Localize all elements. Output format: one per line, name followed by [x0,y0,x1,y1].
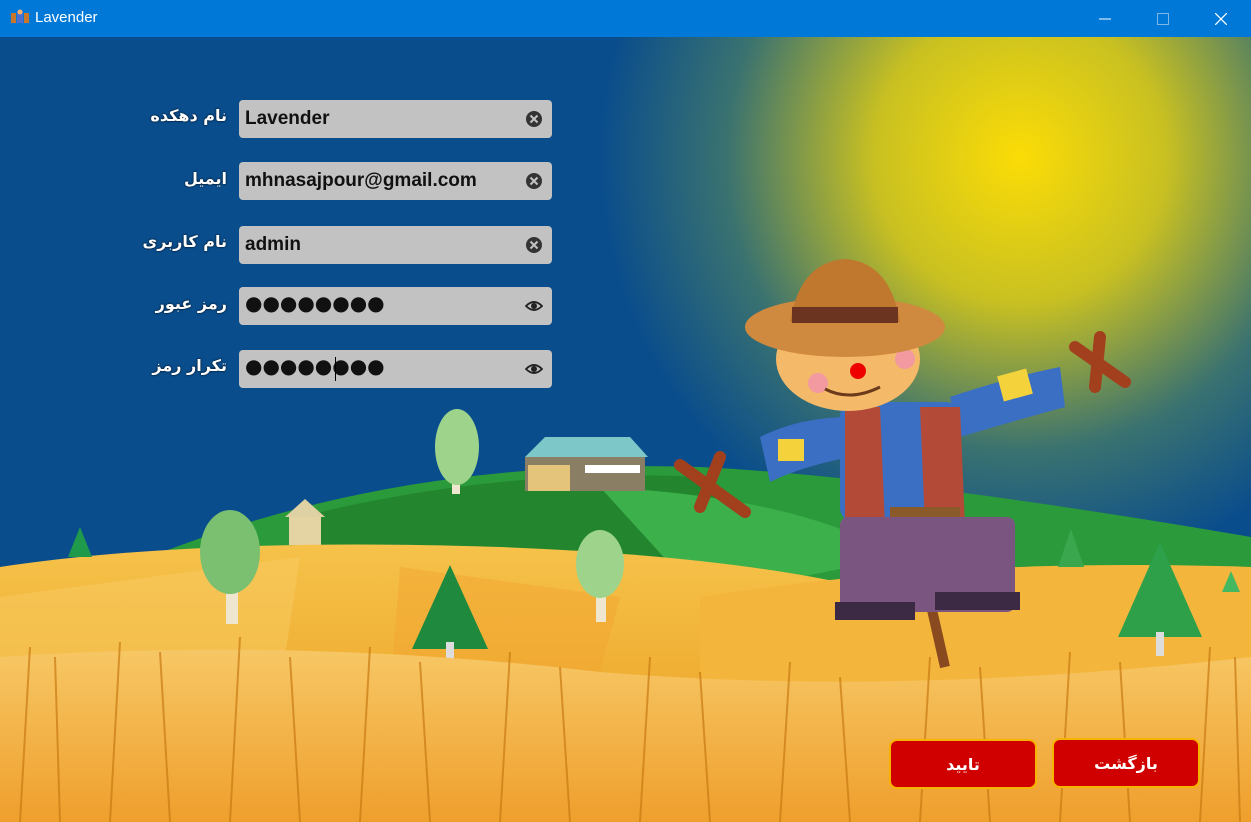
clear-icon[interactable] [525,236,543,254]
username-field[interactable]: admin [239,226,552,264]
village-name-value: Lavender [245,108,330,129]
window-title: Lavender [35,9,98,26]
minimize-icon [1099,18,1111,19]
clear-icon[interactable] [525,172,543,190]
background-scene [0,37,1251,822]
clear-icon[interactable] [525,110,543,128]
app-icon [11,9,29,23]
password-field[interactable]: ●●●●●●●● [239,287,552,325]
eye-icon[interactable] [525,297,543,315]
farm-illustration [0,37,1251,822]
username-label: نام کاربری [142,232,227,251]
maximize-icon [1157,12,1169,25]
minimize-button[interactable] [1076,0,1134,37]
maximize-button[interactable] [1134,0,1192,37]
confirm-password-value: ●●●●●●●● [245,354,385,378]
username-value: admin [245,234,301,255]
password-value: ●●●●●●●● [245,291,385,315]
confirm-password-label: تکرار رمز [152,356,227,375]
confirm-password-field[interactable]: ●●●●●●●● [239,350,552,388]
password-label: رمز عبور [155,294,227,313]
close-button[interactable] [1192,0,1250,37]
eye-icon[interactable] [525,360,543,378]
title-bar: Lavender [0,0,1251,37]
email-field[interactable]: mhnasajpour@gmail.com [239,162,552,200]
email-label: ایمیل [183,169,227,188]
email-value: mhnasajpour@gmail.com [245,170,477,191]
village-name-label: نام دهکده [150,106,227,125]
close-icon [1215,12,1227,25]
village-name-field[interactable]: Lavender [239,100,552,138]
confirm-button[interactable]: تایید [889,739,1037,789]
back-button[interactable]: بازگشت [1052,738,1200,788]
text-caret [335,357,336,381]
